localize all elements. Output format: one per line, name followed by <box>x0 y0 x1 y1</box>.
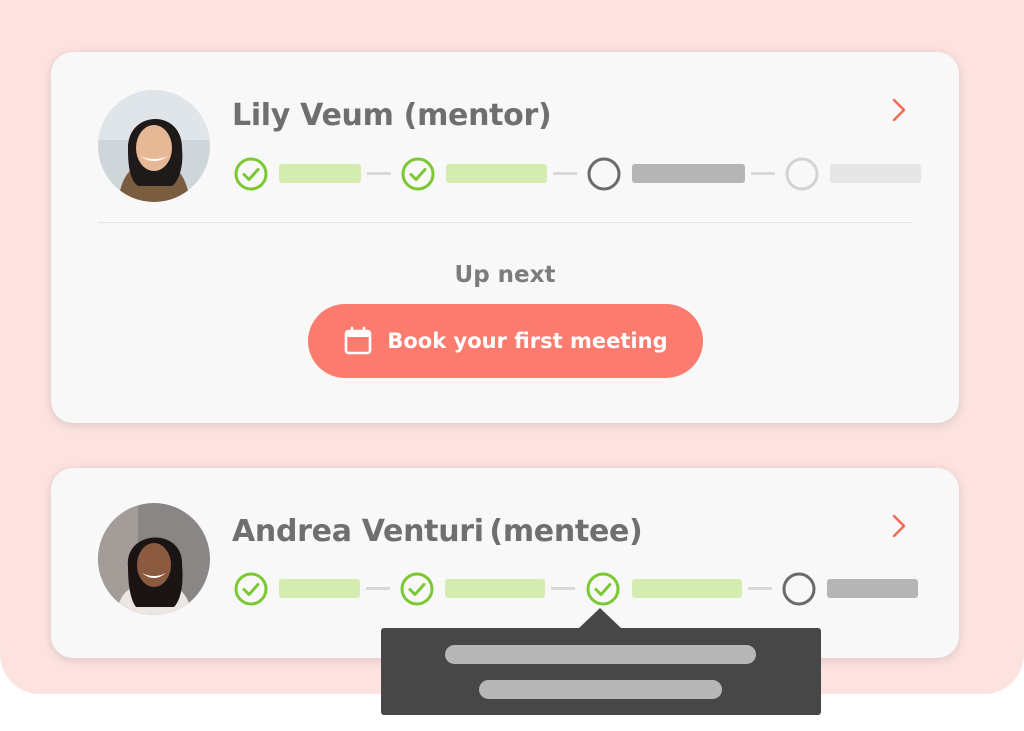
progress-bar-pending <box>830 164 921 183</box>
empty-circle-icon <box>587 157 621 191</box>
check-circle-icon <box>586 572 620 606</box>
progress-bar-complete <box>632 579 742 598</box>
connector <box>553 172 577 175</box>
progress-bar-current <box>827 579 918 598</box>
avatar-lily <box>98 90 210 202</box>
check-circle-icon <box>234 157 268 191</box>
check-circle-icon <box>400 572 434 606</box>
mentor-card[interactable]: Lily Veum (mentor) Up next Book your fir… <box>51 52 959 423</box>
connector <box>366 587 390 590</box>
progress-bar-current <box>632 164 745 183</box>
person-name[interactable]: Lily Veum (mentor) <box>232 98 552 133</box>
calendar-icon <box>345 326 372 355</box>
check-circle-icon <box>234 572 268 606</box>
book-meeting-button[interactable]: Book your first meeting <box>308 304 703 378</box>
step-tooltip <box>381 628 821 715</box>
progress-bar-complete <box>279 579 360 598</box>
tooltip-placeholder-line <box>479 680 722 699</box>
empty-circle-icon <box>785 157 819 191</box>
chevron-right-icon[interactable] <box>889 513 909 539</box>
up-next-label: Up next <box>454 262 556 288</box>
chevron-right-icon[interactable] <box>889 97 909 123</box>
tooltip-arrow <box>578 608 622 629</box>
avatar-andrea <box>98 503 210 615</box>
connector <box>748 587 772 590</box>
check-circle-icon <box>401 157 435 191</box>
connector <box>551 587 575 590</box>
progress-bar-complete <box>446 164 547 183</box>
progress-bar-complete <box>445 579 545 598</box>
progress-bar-complete <box>279 164 361 183</box>
book-meeting-label: Book your first meeting <box>387 329 668 353</box>
person-name[interactable]: Andrea Venturi (mentee) <box>232 514 643 549</box>
connector <box>367 172 391 175</box>
connector <box>751 172 775 175</box>
empty-circle-icon <box>782 572 816 606</box>
divider <box>98 222 913 223</box>
tooltip-placeholder-line <box>445 645 756 664</box>
